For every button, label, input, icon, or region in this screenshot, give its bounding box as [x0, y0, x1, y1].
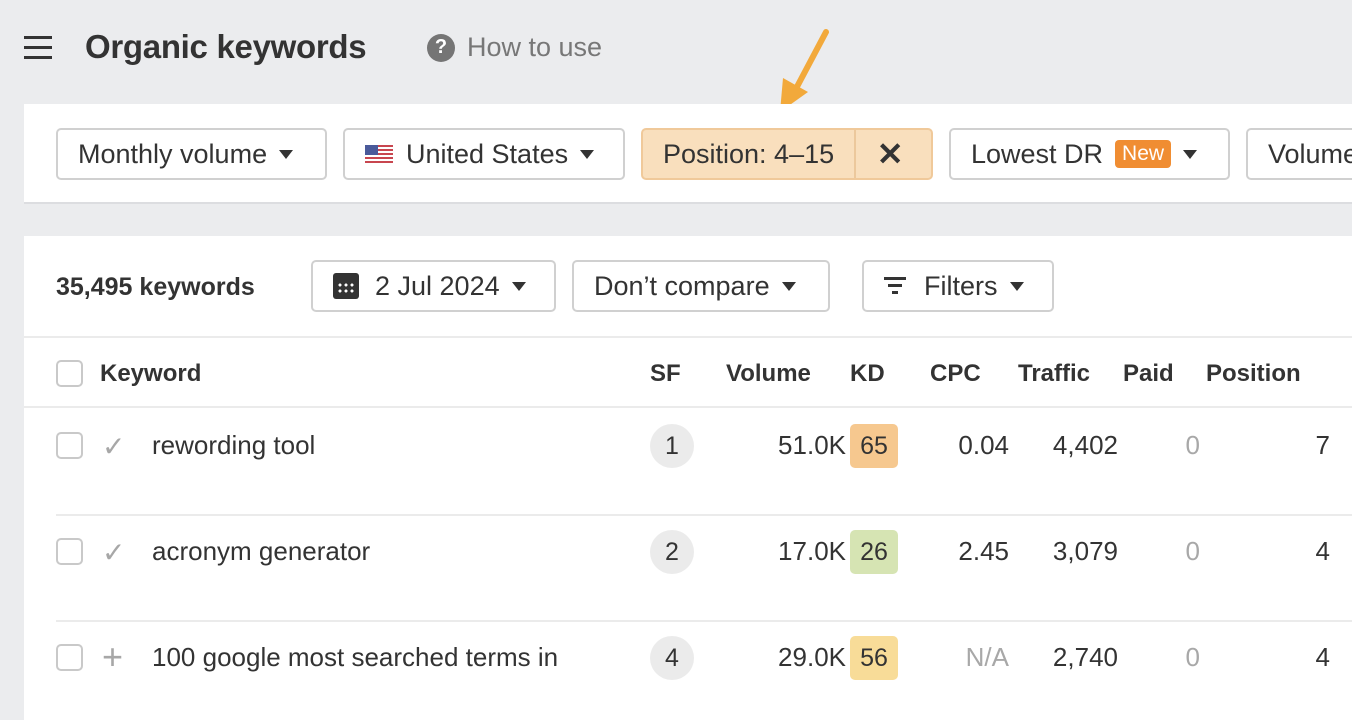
cpc-value: 2.45	[958, 536, 1009, 566]
page-title: Organic keywords	[85, 28, 367, 65]
table-header: Keyword SF Volume KD CPC Traffic Paid Po…	[24, 336, 1352, 408]
filters-dropdown[interactable]: Filters	[862, 260, 1054, 312]
volume-value: 29.0K	[778, 642, 846, 672]
volume-label: Volume	[1268, 138, 1352, 169]
keyword-link[interactable]: acronym generator	[152, 536, 370, 567]
column-paid[interactable]: Paid	[1123, 360, 1174, 388]
volume-mode-label: Monthly volume	[78, 138, 268, 169]
filter-icon	[884, 277, 906, 295]
column-keyword[interactable]: Keyword	[100, 360, 201, 388]
kd-badge: 65	[850, 424, 898, 468]
plus-icon[interactable]: +	[102, 636, 123, 678]
volume-value: 17.0K	[778, 536, 846, 566]
caret-down-icon	[781, 281, 796, 291]
country-label: United States	[406, 138, 569, 169]
country-dropdown[interactable]: United States	[343, 128, 625, 180]
column-position[interactable]: Position	[1206, 360, 1301, 388]
position-value: 7	[1315, 430, 1330, 460]
position-filter-chip[interactable]: Position: 4–15 ✕	[641, 128, 933, 180]
how-to-use-label: How to use	[467, 32, 603, 62]
paid-value: 0	[1185, 430, 1200, 460]
kd-badge: 26	[850, 530, 898, 574]
lowest-dr-label: Lowest DR	[971, 138, 1104, 169]
column-sf[interactable]: SF	[650, 360, 681, 388]
us-flag-icon	[365, 144, 393, 164]
column-volume[interactable]: Volume	[726, 360, 811, 388]
lowest-dr-dropdown[interactable]: Lowest DR New	[949, 128, 1230, 180]
row-checkbox[interactable]	[56, 432, 83, 459]
annotation-arrow-icon	[780, 29, 829, 112]
check-icon[interactable]: ✓	[102, 430, 125, 463]
cpc-value: N/A	[965, 642, 1009, 672]
sf-badge[interactable]: 4	[650, 636, 694, 680]
how-to-use-link[interactable]: ? How to use	[427, 32, 602, 63]
date-label: 2 Jul 2024	[375, 270, 500, 301]
traffic-value: 3,079	[1052, 536, 1118, 566]
keyword-link[interactable]: rewording tool	[152, 430, 315, 461]
volume-value: 51.0K	[778, 430, 846, 460]
compare-dropdown[interactable]: Don’t compare	[572, 260, 830, 312]
caret-down-icon	[580, 149, 595, 159]
position-value: 4	[1315, 642, 1330, 672]
traffic-value: 2,740	[1052, 642, 1118, 672]
keyword-link[interactable]: 100 google most searched terms in	[152, 642, 558, 673]
paid-value: 0	[1185, 536, 1200, 566]
kd-badge: 56	[850, 636, 898, 680]
sf-badge[interactable]: 1	[650, 424, 694, 468]
question-circle-icon: ?	[427, 33, 455, 62]
check-icon[interactable]: ✓	[102, 536, 125, 569]
table-row: ✓ rewording tool 1 51.0K 65 0.04 4,402 0…	[56, 410, 1352, 516]
paid-value: 0	[1185, 642, 1200, 672]
page-header: Organic keywords ? How to use	[0, 0, 1352, 112]
hamburger-menu-icon[interactable]	[24, 36, 52, 60]
row-checkbox[interactable]	[56, 538, 83, 565]
date-picker[interactable]: 2 Jul 2024	[311, 260, 556, 312]
close-icon[interactable]: ✕	[856, 130, 924, 178]
table-row: + 100 google most searched terms in 4 29…	[56, 622, 1352, 720]
cpc-value: 0.04	[958, 430, 1009, 460]
caret-down-icon	[279, 149, 294, 159]
caret-down-icon	[511, 281, 526, 291]
filters-label: Filters	[924, 270, 998, 301]
traffic-value: 4,402	[1052, 430, 1118, 460]
filter-bar: Monthly volume United States Position: 4…	[24, 104, 1352, 204]
keyword-count: 35,495 keywords	[56, 273, 255, 301]
compare-label: Don’t compare	[594, 270, 770, 301]
caret-down-icon	[1183, 149, 1198, 159]
row-checkbox[interactable]	[56, 644, 83, 671]
new-badge: New	[1115, 140, 1172, 168]
table-row: ✓ acronym generator 2 17.0K 26 2.45 3,07…	[56, 516, 1352, 622]
position-filter-label: Position: 4–15	[643, 130, 857, 178]
position-value: 4	[1315, 536, 1330, 566]
volume-dropdown[interactable]: Volume	[1246, 128, 1352, 180]
column-kd[interactable]: KD	[850, 360, 885, 388]
calendar-icon	[333, 273, 359, 299]
caret-down-icon	[1009, 281, 1024, 291]
keywords-panel: 35,495 keywords 2 Jul 2024 Don’t compare…	[24, 236, 1352, 720]
volume-mode-dropdown[interactable]: Monthly volume	[56, 128, 327, 180]
column-traffic[interactable]: Traffic	[1018, 360, 1090, 388]
sf-badge[interactable]: 2	[650, 530, 694, 574]
select-all-checkbox[interactable]	[56, 360, 83, 387]
column-cpc[interactable]: CPC	[930, 360, 981, 388]
